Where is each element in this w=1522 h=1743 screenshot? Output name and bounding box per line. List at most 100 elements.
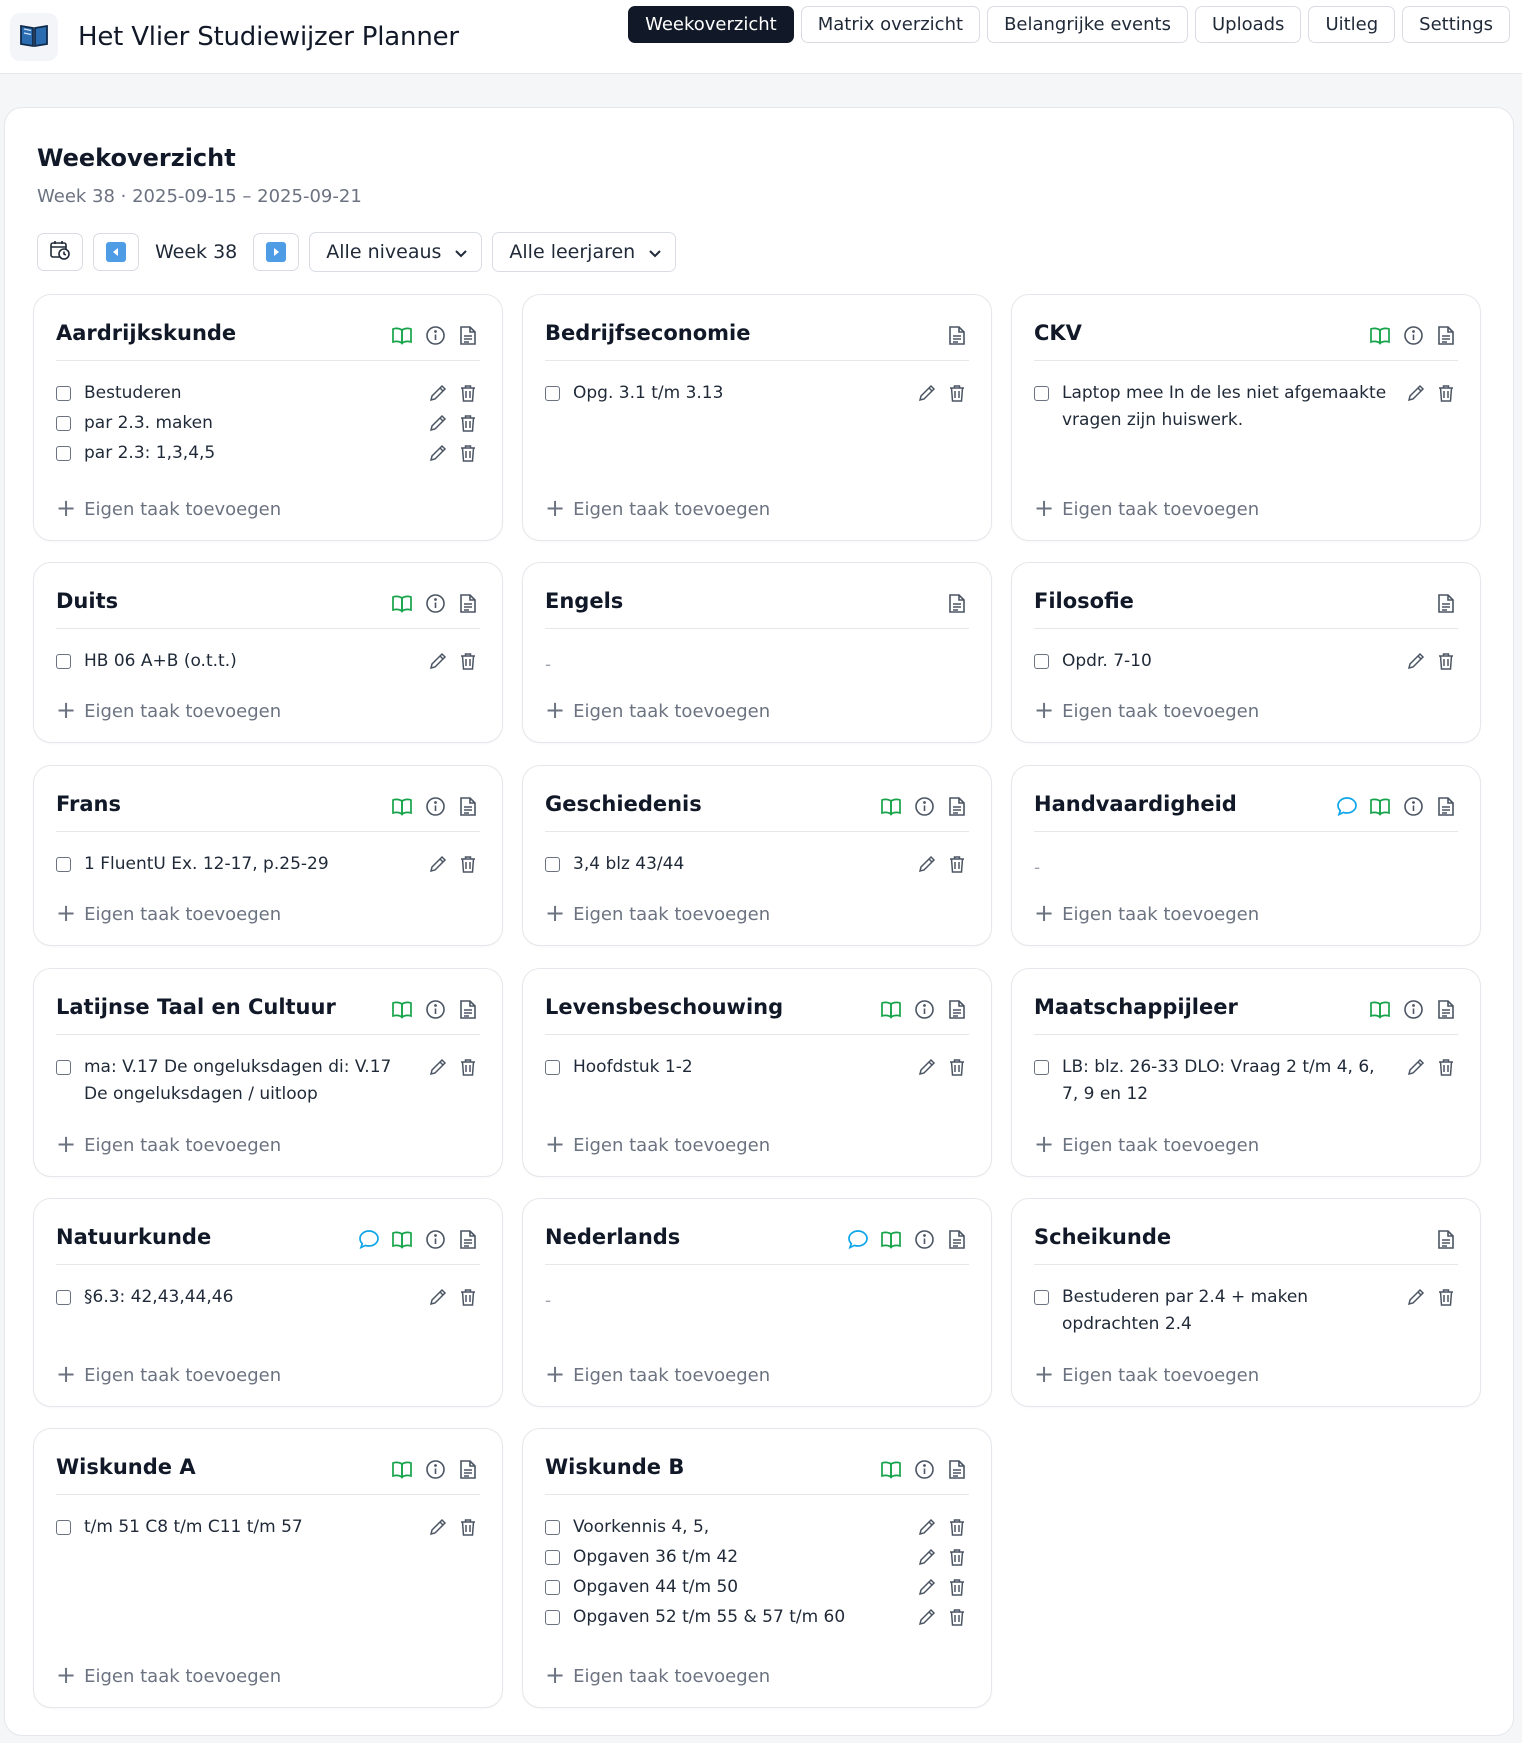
pencil-icon[interactable] [426,852,450,876]
info-icon[interactable] [423,1227,447,1251]
next-week-button[interactable] [253,233,300,271]
pencil-icon[interactable] [915,852,939,876]
task-checkbox[interactable] [545,386,560,401]
book-icon[interactable] [879,997,903,1021]
pencil-icon[interactable] [426,441,450,465]
document-icon[interactable] [456,591,480,615]
task-checkbox[interactable] [1034,1060,1049,1075]
task-checkbox[interactable] [545,1610,560,1625]
info-icon[interactable] [423,997,447,1021]
pencil-icon[interactable] [915,1605,939,1629]
document-icon[interactable] [456,794,480,818]
add-task-button[interactable]: + Eigen taak toevoegen [545,496,770,520]
pencil-icon[interactable] [426,381,450,405]
document-icon[interactable] [1434,794,1458,818]
add-task-button[interactable]: + Eigen taak toevoegen [1034,901,1259,925]
task-checkbox[interactable] [56,857,71,872]
info-icon[interactable] [423,323,447,347]
task-checkbox[interactable] [545,857,560,872]
book-icon[interactable] [390,1227,414,1251]
trash-icon[interactable] [1434,1055,1458,1079]
document-icon[interactable] [456,997,480,1021]
add-task-button[interactable]: + Eigen taak toevoegen [1034,1132,1259,1156]
pencil-icon[interactable] [1404,1285,1428,1309]
task-checkbox[interactable] [545,1520,560,1535]
trash-icon[interactable] [1434,649,1458,673]
document-icon[interactable] [945,591,969,615]
book-icon[interactable] [1368,997,1392,1021]
add-task-button[interactable]: + Eigen taak toevoegen [56,901,281,925]
pencil-icon[interactable] [1404,381,1428,405]
document-icon[interactable] [1434,591,1458,615]
trash-icon[interactable] [456,381,480,405]
info-icon[interactable] [1401,323,1425,347]
trash-icon[interactable] [945,381,969,405]
info-icon[interactable] [912,997,936,1021]
add-task-button[interactable]: + Eigen taak toevoegen [545,1132,770,1156]
trash-icon[interactable] [1434,1285,1458,1309]
document-icon[interactable] [456,323,480,347]
book-icon[interactable] [390,323,414,347]
add-task-button[interactable]: + Eigen taak toevoegen [56,496,281,520]
info-icon[interactable] [1401,794,1425,818]
trash-icon[interactable] [456,411,480,435]
pencil-icon[interactable] [915,1545,939,1569]
trash-icon[interactable] [456,852,480,876]
document-icon[interactable] [1434,1227,1458,1251]
pencil-icon[interactable] [915,1515,939,1539]
trash-icon[interactable] [945,852,969,876]
document-icon[interactable] [945,794,969,818]
book-icon[interactable] [879,794,903,818]
pencil-icon[interactable] [915,1055,939,1079]
book-icon[interactable] [1368,323,1392,347]
book-icon[interactable] [390,1457,414,1481]
nav-settings[interactable]: Settings [1402,6,1510,43]
chat-icon[interactable] [1335,794,1359,818]
task-checkbox[interactable] [56,1290,71,1305]
add-task-button[interactable]: + Eigen taak toevoegen [545,698,770,722]
info-icon[interactable] [912,1227,936,1251]
trash-icon[interactable] [456,1055,480,1079]
info-icon[interactable] [1401,997,1425,1021]
pencil-icon[interactable] [426,1055,450,1079]
task-checkbox[interactable] [545,1060,560,1075]
info-icon[interactable] [912,1457,936,1481]
year-filter-select[interactable]: Alle leerjaren [492,232,677,272]
book-icon[interactable] [390,591,414,615]
nav-belangrijke-events[interactable]: Belangrijke events [987,6,1188,43]
book-icon[interactable] [390,997,414,1021]
document-icon[interactable] [1434,997,1458,1021]
add-task-button[interactable]: + Eigen taak toevoegen [545,1362,770,1386]
add-task-button[interactable]: + Eigen taak toevoegen [56,1663,281,1687]
task-checkbox[interactable] [56,446,71,461]
trash-icon[interactable] [456,1515,480,1539]
trash-icon[interactable] [945,1605,969,1629]
pencil-icon[interactable] [1404,1055,1428,1079]
add-task-button[interactable]: + Eigen taak toevoegen [545,901,770,925]
task-checkbox[interactable] [1034,654,1049,669]
document-icon[interactable] [945,997,969,1021]
trash-icon[interactable] [945,1545,969,1569]
task-checkbox[interactable] [56,416,71,431]
nav-uploads[interactable]: Uploads [1194,6,1302,43]
chat-icon[interactable] [357,1227,381,1251]
trash-icon[interactable] [456,1285,480,1309]
add-task-button[interactable]: + Eigen taak toevoegen [56,1362,281,1386]
task-checkbox[interactable] [56,1520,71,1535]
document-icon[interactable] [1434,323,1458,347]
info-icon[interactable] [423,1457,447,1481]
add-task-button[interactable]: + Eigen taak toevoegen [1034,496,1259,520]
chat-icon[interactable] [846,1227,870,1251]
nav-weekoverzicht[interactable]: Weekoverzicht [628,6,794,43]
task-checkbox[interactable] [545,1580,560,1595]
document-icon[interactable] [945,1457,969,1481]
document-icon[interactable] [456,1227,480,1251]
task-checkbox[interactable] [1034,1290,1049,1305]
trash-icon[interactable] [945,1575,969,1599]
document-icon[interactable] [456,1457,480,1481]
add-task-button[interactable]: + Eigen taak toevoegen [1034,1362,1259,1386]
trash-icon[interactable] [456,441,480,465]
task-checkbox[interactable] [1034,386,1049,401]
today-button[interactable] [37,233,83,271]
pencil-icon[interactable] [915,1575,939,1599]
